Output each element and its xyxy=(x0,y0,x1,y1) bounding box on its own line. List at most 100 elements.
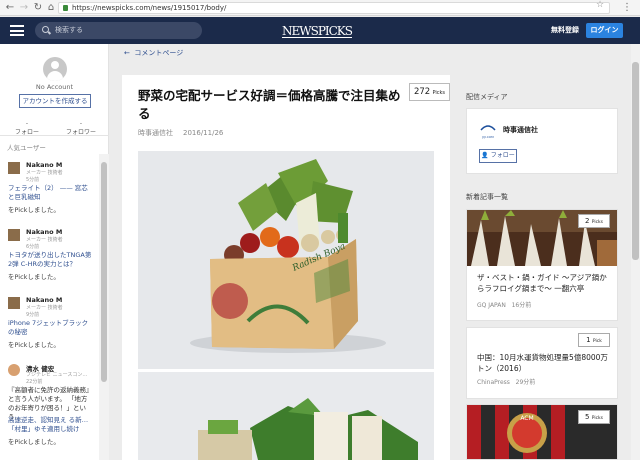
article-source[interactable]: 時事通信社 xyxy=(138,129,173,137)
feed-time: 22分前 xyxy=(26,379,43,385)
vegetable-box-photo: Radish Boya xyxy=(138,151,434,369)
feed-article-link[interactable]: トヨタが送り出したTNGA第2弾 C-HRの実力とは？ xyxy=(8,251,92,269)
article-card: 野菜の宅配サービス好調＝価格高騰で注目集める 272 Picks 時事通信社 20… xyxy=(122,75,450,460)
feed-picked-text: をPickしました。 xyxy=(8,341,60,349)
user-thumbnail xyxy=(8,162,20,174)
follow-stat[interactable]: - フォロー xyxy=(0,119,54,137)
media-name[interactable]: 時事通信社 xyxy=(503,125,538,135)
follow-label: フォロー xyxy=(490,152,515,159)
feed-user-role: フジテレビ ニュースコン… xyxy=(26,372,88,378)
reload-icon[interactable]: ↻ xyxy=(32,2,44,14)
picks-unit: Pick xyxy=(592,339,602,344)
search-placeholder: 検索する xyxy=(55,26,83,34)
picks-button[interactable]: 1 Pick xyxy=(578,333,610,347)
user-thumbnail xyxy=(8,364,20,376)
forward-arrow-icon[interactable]: → xyxy=(18,2,30,14)
article-source: ChinaPress xyxy=(477,379,510,386)
feed-user-name[interactable]: Nakano M xyxy=(26,161,62,169)
picks-count: 1 xyxy=(586,336,591,344)
feed-article-link[interactable]: iPhone 7ジェットブラックの秘密 xyxy=(8,319,92,337)
feed-time: 6分前 xyxy=(26,244,40,250)
home-icon[interactable]: ⌂ xyxy=(45,2,57,14)
media-card[interactable]: JIJI.COM 時事通信社 👤 フォロー xyxy=(466,108,618,174)
right-rail: 配信メディア JIJI.COM 時事通信社 👤 フォロー 新着記事一覧 2 Pi… xyxy=(450,75,630,460)
feed-user-name[interactable]: Nakano M xyxy=(26,228,62,236)
page-scrollbar[interactable] xyxy=(631,44,640,460)
picks-unit: Picks xyxy=(591,220,603,225)
feed-user-name[interactable]: Nakano M xyxy=(26,296,62,304)
picks-button[interactable]: 272 Picks xyxy=(409,83,450,101)
lock-icon xyxy=(63,5,68,11)
back-arrow-icon[interactable]: ← xyxy=(4,2,16,14)
follow-button[interactable]: 👤 フォロー xyxy=(479,149,517,163)
avatar-icon xyxy=(43,57,67,81)
back-to-comments-link[interactable]: ← コメントページ xyxy=(124,48,183,58)
site-header: 検索する NEWSPICKS 無料登録 ログイン xyxy=(0,17,640,44)
url-text: https://newspicks.com/news/1915017/body/ xyxy=(72,4,227,12)
jiji-logo: JIJI.COM xyxy=(479,122,497,140)
follower-label: フォロワー xyxy=(65,129,96,136)
article-time: 29分前 xyxy=(515,379,536,386)
picks-unit: Picks xyxy=(591,416,603,421)
article-title[interactable]: 中国：10月水運貨物処理量5億8000万トン（2016） xyxy=(477,352,609,374)
page-scroll-thumb[interactable] xyxy=(632,62,639,260)
feed-article-link[interactable]: フェライト（2） —— 窓芯と巨乳磁知 xyxy=(8,184,92,202)
article-card-1[interactable]: 2 Picks ザ・ベスト・鍋・ガイド 〜アジア鍋からラフロイグ鍋まで〜 一翻六… xyxy=(466,209,618,321)
article-date: 2016/11/26 xyxy=(183,129,224,137)
picks-button[interactable]: 5 Picks xyxy=(578,410,610,424)
feed-user-role: メーカー 技術者 xyxy=(26,237,63,243)
article-title: 野菜の宅配サービス好調＝価格高騰で注目集める xyxy=(138,88,401,121)
follower-count: - xyxy=(79,120,83,127)
article-meta: GQ JAPAN 16分前 xyxy=(477,300,531,309)
site-logo[interactable]: NEWSPICKS xyxy=(282,24,353,38)
activity-feed: Nakano M メーカー 技術者 5分前 フェライト（2） —— 窓芯と巨乳磁… xyxy=(0,154,99,460)
user-thumbnail xyxy=(8,297,20,309)
club-crest-text: ACM xyxy=(520,415,533,422)
second-article-photo xyxy=(138,372,434,460)
browser-chrome: ← → ↻ ⌂ https://newspicks.com/news/19150… xyxy=(0,0,640,16)
feed-picked-text: をPickしました。 xyxy=(8,438,60,446)
popular-users-heading: 人気ユーザー xyxy=(7,144,46,152)
follower-stat[interactable]: - フォロワー xyxy=(54,119,108,137)
address-bar[interactable]: https://newspicks.com/news/1915017/body/ xyxy=(58,2,610,14)
feed-article-link[interactable]: 高速逆走、認知見え る新…「村里」ゆそ適用し続け xyxy=(8,416,92,434)
new-articles-heading: 新着記事一覧 xyxy=(466,193,508,201)
create-account-button[interactable]: アカウントを作成する xyxy=(19,94,91,108)
picks-unit: Picks xyxy=(432,90,445,96)
article-source: GQ JAPAN xyxy=(477,302,506,309)
browser-menu-icon[interactable]: ⋮ xyxy=(622,2,632,14)
user-thumbnail xyxy=(8,229,20,241)
article-meta: 時事通信社 2016/11/26 xyxy=(138,128,233,138)
back-arrow-icon: ← xyxy=(124,49,135,57)
search-input[interactable]: 検索する xyxy=(35,22,202,39)
hamburger-menu-icon[interactable] xyxy=(10,25,24,36)
picks-count: 272 xyxy=(413,87,431,97)
picks-count: 2 xyxy=(585,217,590,225)
article-card-3[interactable]: ACM 5 Picks xyxy=(466,404,618,460)
feed-user-role: メーカー 技術者 xyxy=(26,170,63,176)
article-time: 16分前 xyxy=(511,302,532,309)
media-heading: 配信メディア xyxy=(466,93,508,101)
register-link[interactable]: 無料登録 xyxy=(551,17,579,44)
add-user-icon: 👤 xyxy=(481,152,491,159)
picks-button[interactable]: 2 Picks xyxy=(578,214,610,228)
bookmark-star-icon[interactable]: ☆ xyxy=(596,0,604,11)
sidebar-scrollbar[interactable] xyxy=(99,154,109,460)
picks-count: 5 xyxy=(585,413,590,421)
no-account-label: No Account xyxy=(35,83,74,91)
login-button[interactable]: ログイン xyxy=(586,23,623,38)
sidebar-scroll-thumb[interactable] xyxy=(101,162,107,382)
article-title[interactable]: ザ・ベスト・鍋・ガイド 〜アジア鍋からラフロイグ鍋まで〜 一翻六亭 xyxy=(477,272,609,294)
feed-picked-text: をPickしました。 xyxy=(8,273,60,281)
feed-time: 9分前 xyxy=(26,312,40,318)
left-sidebar: No Account アカウントを作成する - フォロー - フォロワー 人気ユーザ… xyxy=(0,44,109,460)
back-link-label: コメントページ xyxy=(134,49,184,57)
feed-user-role: メーカー 技術者 xyxy=(26,305,63,311)
follow-label: フォロー xyxy=(14,129,39,136)
article-meta: ChinaPress 29分前 xyxy=(477,377,535,386)
search-icon xyxy=(42,26,49,33)
media-logo-text: JIJI.COM xyxy=(482,135,494,139)
article-card-2[interactable]: 1 Pick 中国：10月水運貨物処理量5億8000万トン（2016） Chin… xyxy=(466,327,618,399)
feed-picked-text: をPickしました。 xyxy=(8,206,60,214)
follow-count: - xyxy=(25,120,29,127)
